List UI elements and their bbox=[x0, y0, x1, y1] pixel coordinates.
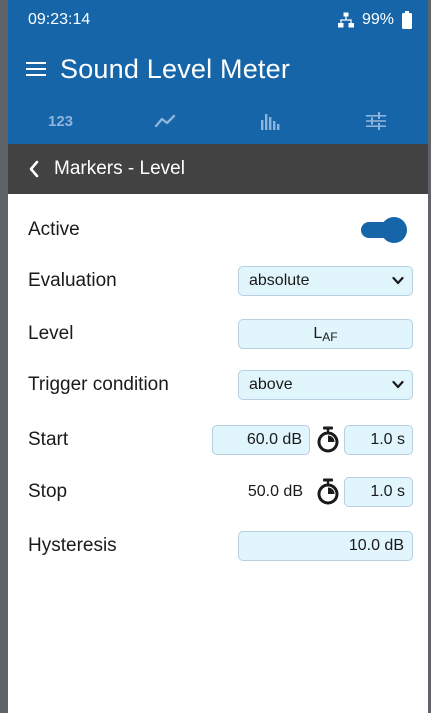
stopwatch-icon[interactable] bbox=[316, 426, 340, 454]
row-trigger: Trigger condition above bbox=[8, 367, 428, 403]
app-bar: Sound Level Meter bbox=[8, 40, 428, 98]
status-time: 09:23:14 bbox=[28, 11, 91, 28]
row-start: Start 60.0 dB 1.0 s bbox=[8, 422, 428, 458]
row-active: Active bbox=[8, 212, 428, 248]
tab-numeric[interactable]: 123 bbox=[8, 98, 113, 144]
chevron-down-icon bbox=[392, 276, 404, 285]
line-chart-icon bbox=[154, 114, 175, 128]
back-chevron-icon[interactable] bbox=[28, 160, 40, 178]
trigger-value: above bbox=[249, 376, 293, 393]
sub-header: Markers - Level bbox=[8, 144, 428, 194]
level-value-sub: AF bbox=[322, 330, 338, 344]
row-level: Level LAF bbox=[8, 316, 428, 352]
status-bar: 09:23:14 99% bbox=[8, 0, 428, 40]
page-title: Markers - Level bbox=[54, 158, 185, 179]
hysteresis-field[interactable]: 10.0 dB bbox=[238, 531, 413, 561]
evaluation-select[interactable]: absolute bbox=[238, 266, 413, 296]
tab-trend[interactable] bbox=[113, 98, 218, 144]
start-label: Start bbox=[28, 429, 69, 450]
hamburger-menu-icon[interactable] bbox=[26, 61, 46, 77]
level-field[interactable]: LAF bbox=[238, 319, 413, 349]
trigger-label: Trigger condition bbox=[28, 374, 169, 395]
battery-percent: 99% bbox=[361, 11, 394, 28]
battery-icon bbox=[402, 11, 412, 29]
sliders-icon bbox=[365, 112, 386, 130]
row-evaluation: Evaluation absolute bbox=[8, 263, 428, 299]
hysteresis-label: Hysteresis bbox=[28, 535, 117, 556]
tab-numeric-label: 123 bbox=[47, 112, 74, 130]
row-stop: Stop 50.0 dB 1.0 s bbox=[8, 474, 428, 510]
trigger-select[interactable]: above bbox=[238, 370, 413, 400]
start-duration-field[interactable]: 1.0 s bbox=[344, 425, 413, 455]
active-label: Active bbox=[28, 219, 80, 240]
level-label: Level bbox=[28, 323, 74, 344]
evaluation-value: absolute bbox=[249, 272, 310, 289]
tab-spectrum[interactable] bbox=[218, 98, 323, 144]
spectrum-bars-icon bbox=[260, 114, 279, 130]
level-value-main: L bbox=[313, 325, 323, 342]
row-hysteresis: Hysteresis 10.0 dB bbox=[8, 528, 428, 564]
tab-settings[interactable] bbox=[323, 98, 428, 144]
network-icon bbox=[337, 12, 354, 28]
evaluation-label: Evaluation bbox=[28, 270, 117, 291]
active-toggle[interactable] bbox=[359, 217, 407, 243]
status-indicators: 99% bbox=[337, 11, 412, 29]
toggle-knob bbox=[381, 217, 407, 243]
stop-level-value: 50.0 dB bbox=[247, 483, 303, 500]
stop-label: Stop bbox=[28, 481, 68, 502]
stopwatch-icon[interactable] bbox=[316, 478, 340, 506]
stop-duration-field[interactable]: 1.0 s bbox=[344, 477, 413, 507]
start-level-field[interactable]: 60.0 dB bbox=[212, 425, 310, 455]
tab-bar: 123 bbox=[8, 98, 428, 144]
device-frame-left bbox=[0, 0, 8, 713]
chevron-down-icon bbox=[392, 380, 404, 389]
app-title: Sound Level Meter bbox=[60, 53, 291, 84]
